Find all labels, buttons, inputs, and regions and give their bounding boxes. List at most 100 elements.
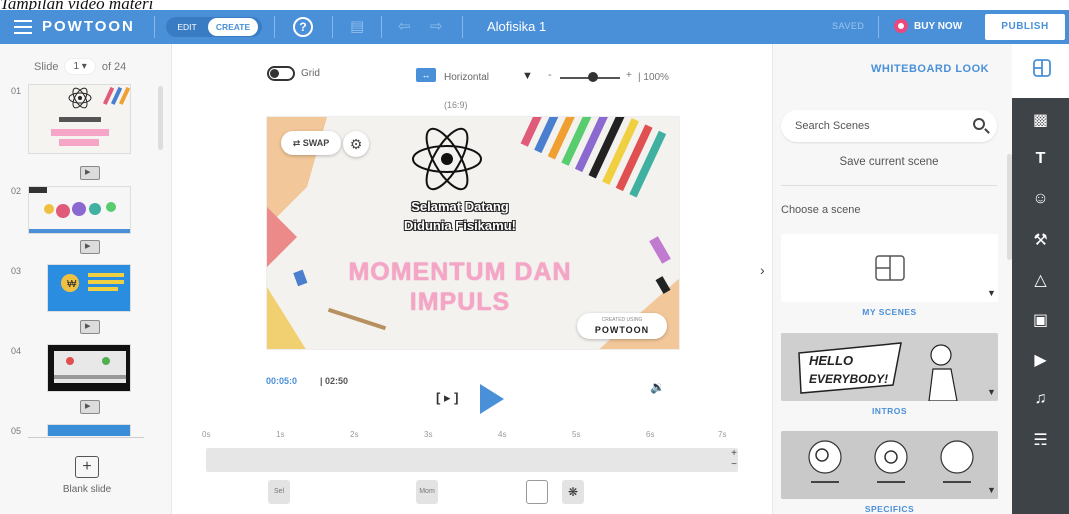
created-using-badge: CREATED USING POWTOON	[577, 313, 667, 339]
video-icon[interactable]: ▶	[1012, 350, 1069, 370]
help-icon[interactable]: ?	[293, 17, 313, 37]
category-dropdown-icon[interactable]: ▼	[987, 288, 996, 298]
transition-button[interactable]	[80, 165, 100, 180]
atom-icon[interactable]: ❋	[562, 480, 584, 504]
slide-3-preview: ₩	[48, 265, 130, 311]
music-icon[interactable]: ♫	[1012, 390, 1069, 408]
divider	[154, 16, 155, 38]
transition-button[interactable]	[80, 319, 100, 334]
plus-icon: +	[75, 456, 99, 478]
search-scenes-input[interactable]: Search Scenes	[781, 110, 997, 142]
timeline-object[interactable]: Sel	[268, 480, 290, 504]
zoom-slider[interactable]: - +	[548, 69, 638, 82]
slide-select[interactable]: 1 ▾	[64, 58, 96, 75]
specials-icon[interactable]: ☴	[1012, 430, 1069, 450]
project-title[interactable]: Alofisika 1	[487, 19, 546, 34]
shapes-icon[interactable]: △	[1012, 270, 1069, 290]
brand-logo[interactable]: POWTOON	[42, 18, 135, 35]
notes-icon[interactable]: ▤	[350, 17, 364, 37]
category-dropdown-icon[interactable]: ▼	[987, 485, 996, 495]
aspect-ratio: (16:9)	[444, 100, 468, 110]
style-selector[interactable]: WHITEBOARD LOOK	[871, 63, 989, 75]
search-placeholder: Search Scenes	[795, 120, 870, 132]
scene-category-intros[interactable]: HELLO EVERYBODY!	[781, 333, 998, 401]
category-dropdown-icon[interactable]: ▼	[987, 387, 996, 397]
buy-now-label: BUY NOW	[914, 20, 963, 32]
divider	[878, 16, 879, 38]
mode-create-button[interactable]: CREATE	[208, 18, 258, 36]
buy-now-button[interactable]: BUY NOW	[894, 19, 962, 33]
images-icon[interactable]: ▣	[1012, 310, 1069, 330]
timeline-zoom-controls[interactable]: + −	[728, 448, 740, 470]
characters-icon[interactable]: ☺	[1012, 190, 1069, 208]
divider	[462, 16, 463, 38]
zoom-out-button[interactable]: -	[548, 69, 552, 81]
slide-thumbnail-1[interactable]	[28, 84, 131, 154]
horizontal-orientation-icon[interactable]: ↔	[416, 68, 436, 82]
slide-number: 03	[11, 266, 22, 276]
zoom-in-button[interactable]: +	[626, 70, 632, 81]
slide-thumbnail-3[interactable]: ₩	[47, 264, 131, 312]
timeline-track[interactable]	[206, 448, 738, 472]
zoom-level: | 100%	[638, 72, 669, 83]
gear-icon[interactable]: ⚙	[343, 131, 369, 157]
grid-label: Grid	[301, 68, 320, 79]
timeline-object-paper[interactable]	[526, 480, 548, 504]
orientation-dropdown-icon[interactable]: ▼	[522, 70, 533, 82]
welcome-line-1: Selamat Datang	[411, 199, 509, 214]
play-scene-button[interactable]: [ ▸ ]	[436, 390, 458, 406]
slide-canvas[interactable]: ⇄ SWAP ⚙ Selamat Datang Didunia Fisikamu…	[266, 116, 680, 350]
swap-button[interactable]: ⇄ SWAP	[281, 131, 341, 155]
scene-category-specifics[interactable]	[781, 431, 998, 499]
blank-slide-button[interactable]: + Blank slide	[40, 456, 134, 495]
created-using-label: CREATED USING	[601, 317, 643, 323]
slide-thumbnail-4[interactable]	[47, 344, 131, 392]
zoom-handle[interactable]	[588, 72, 598, 82]
menu-icon[interactable]	[14, 20, 32, 34]
timeline-tick: 4s	[498, 430, 507, 439]
slide-label: Slide	[34, 60, 59, 73]
timeline-tick: 2s	[350, 430, 359, 439]
redo-icon[interactable]: ⇨	[430, 17, 443, 37]
specifics-preview	[781, 431, 998, 499]
mode-edit-button[interactable]: EDIT	[166, 22, 208, 32]
slides-panel: Slide 1 ▾ of 24 01 02	[0, 44, 172, 514]
undo-icon[interactable]: ⇦	[398, 17, 411, 37]
divider	[274, 16, 275, 38]
slides-scrollbar[interactable]	[158, 86, 163, 150]
scenes-icon	[1033, 59, 1051, 77]
orientation-label[interactable]: Horizontal	[444, 72, 489, 83]
slide-number: 05	[11, 426, 22, 436]
publish-button[interactable]: PUBLISH	[985, 14, 1065, 40]
subject-title[interactable]: MOMENTUM DAN IMPULS	[307, 257, 613, 317]
transition-button[interactable]	[80, 239, 100, 254]
volume-icon[interactable]: 🔉	[650, 380, 665, 394]
timeline-tick: 1s	[276, 430, 285, 439]
transition-button[interactable]	[80, 399, 100, 414]
mode-toggle[interactable]: EDIT CREATE	[166, 17, 262, 37]
intro-everybody: EVERYBODY!	[809, 372, 888, 386]
saved-status: SAVED	[832, 21, 865, 31]
powtoon-logo: POWTOON	[594, 325, 650, 335]
save-current-scene-button[interactable]: Save current scene	[781, 156, 997, 168]
current-time: 00:05:0	[266, 376, 298, 386]
text-icon[interactable]: T	[1012, 150, 1069, 168]
scenes-tool[interactable]	[1012, 44, 1069, 98]
play-icon[interactable]	[480, 384, 504, 414]
slide-total: of 24	[101, 60, 127, 73]
slide-thumbnail-5[interactable]	[47, 424, 131, 436]
choose-scene-label: Choose a scene	[781, 204, 861, 216]
search-icon[interactable]	[973, 118, 985, 130]
slide-number: 02	[11, 186, 22, 196]
intro-hello: HELLO	[809, 353, 853, 368]
slide-thumbnail-2[interactable]	[28, 186, 131, 234]
backgrounds-icon[interactable]: ▩	[1012, 110, 1069, 130]
slide-1-preview	[29, 85, 130, 153]
props-icon[interactable]: ⚒	[1012, 230, 1069, 250]
grid-toggle[interactable]	[267, 66, 295, 81]
scene-category-my-scenes[interactable]	[781, 234, 998, 302]
welcome-text[interactable]: Selamat Datang Didunia Fisikamu!	[363, 197, 557, 235]
collapse-right-chevron-icon[interactable]: ›	[760, 262, 765, 278]
timeline-object[interactable]: Mom	[416, 480, 438, 504]
divider	[28, 437, 144, 438]
